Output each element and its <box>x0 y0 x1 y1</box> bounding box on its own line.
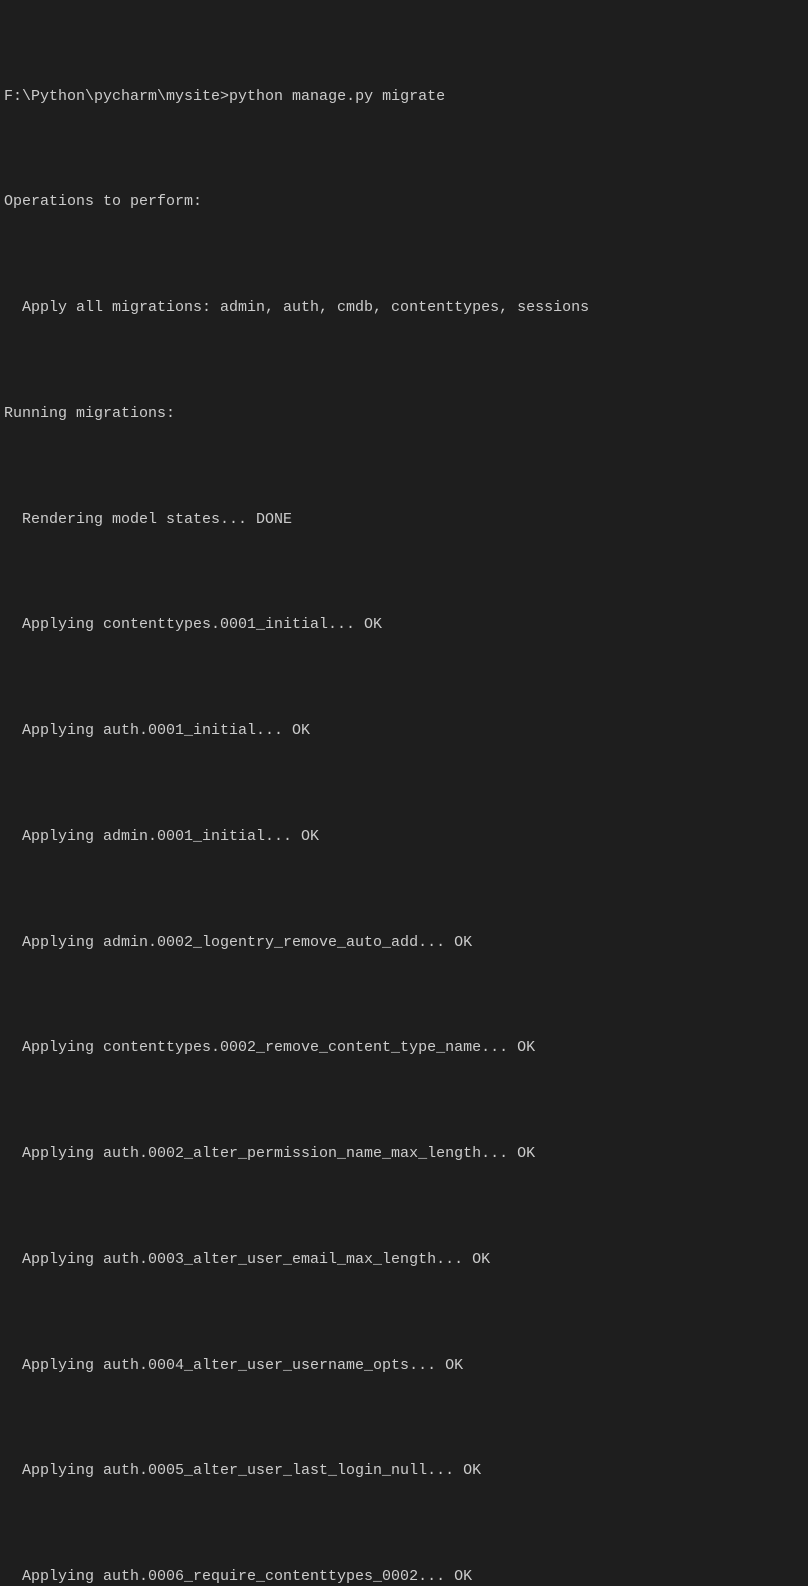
migration-line: Applying auth.0001_initial... OK <box>4 713 804 748</box>
apply-all-line: Apply all migrations: admin, auth, cmdb,… <box>4 290 804 325</box>
migration-line: Applying admin.0002_logentry_remove_auto… <box>4 925 804 960</box>
terminal-output[interactable]: F:\Python\pycharm\mysite>python manage.p… <box>4 8 804 1586</box>
migration-line: Applying auth.0003_alter_user_email_max_… <box>4 1242 804 1277</box>
operations-header: Operations to perform: <box>4 184 804 219</box>
migration-line: Applying admin.0001_initial... OK <box>4 819 804 854</box>
rendering-line: Rendering model states... DONE <box>4 502 804 537</box>
migration-line: Applying contenttypes.0001_initial... OK <box>4 607 804 642</box>
migration-line: Applying contenttypes.0002_remove_conten… <box>4 1030 804 1065</box>
migration-line: Applying auth.0006_require_contenttypes_… <box>4 1559 804 1586</box>
prompt: F:\Python\pycharm\mysite> <box>4 88 229 105</box>
command-text: python manage.py migrate <box>229 88 445 105</box>
migration-line: Applying auth.0004_alter_user_username_o… <box>4 1348 804 1383</box>
migration-line: Applying auth.0002_alter_permission_name… <box>4 1136 804 1171</box>
running-header: Running migrations: <box>4 396 804 431</box>
migration-line: Applying auth.0005_alter_user_last_login… <box>4 1453 804 1488</box>
command-line: F:\Python\pycharm\mysite>python manage.p… <box>4 79 804 114</box>
